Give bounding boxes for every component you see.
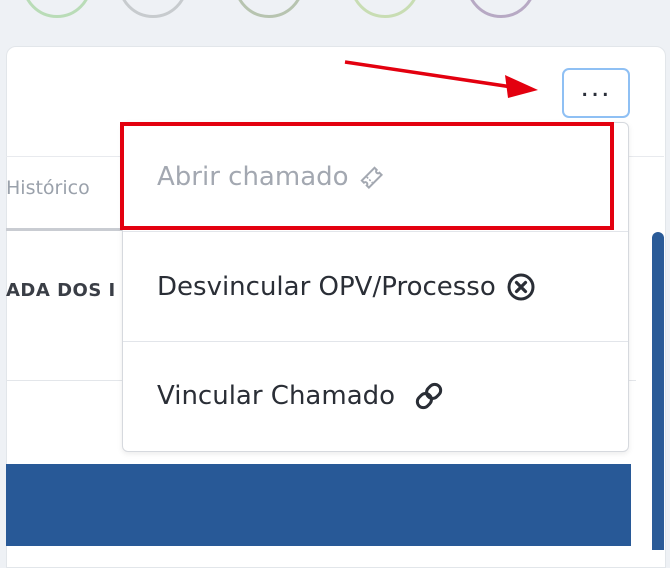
annotation-arrow xyxy=(344,60,538,98)
